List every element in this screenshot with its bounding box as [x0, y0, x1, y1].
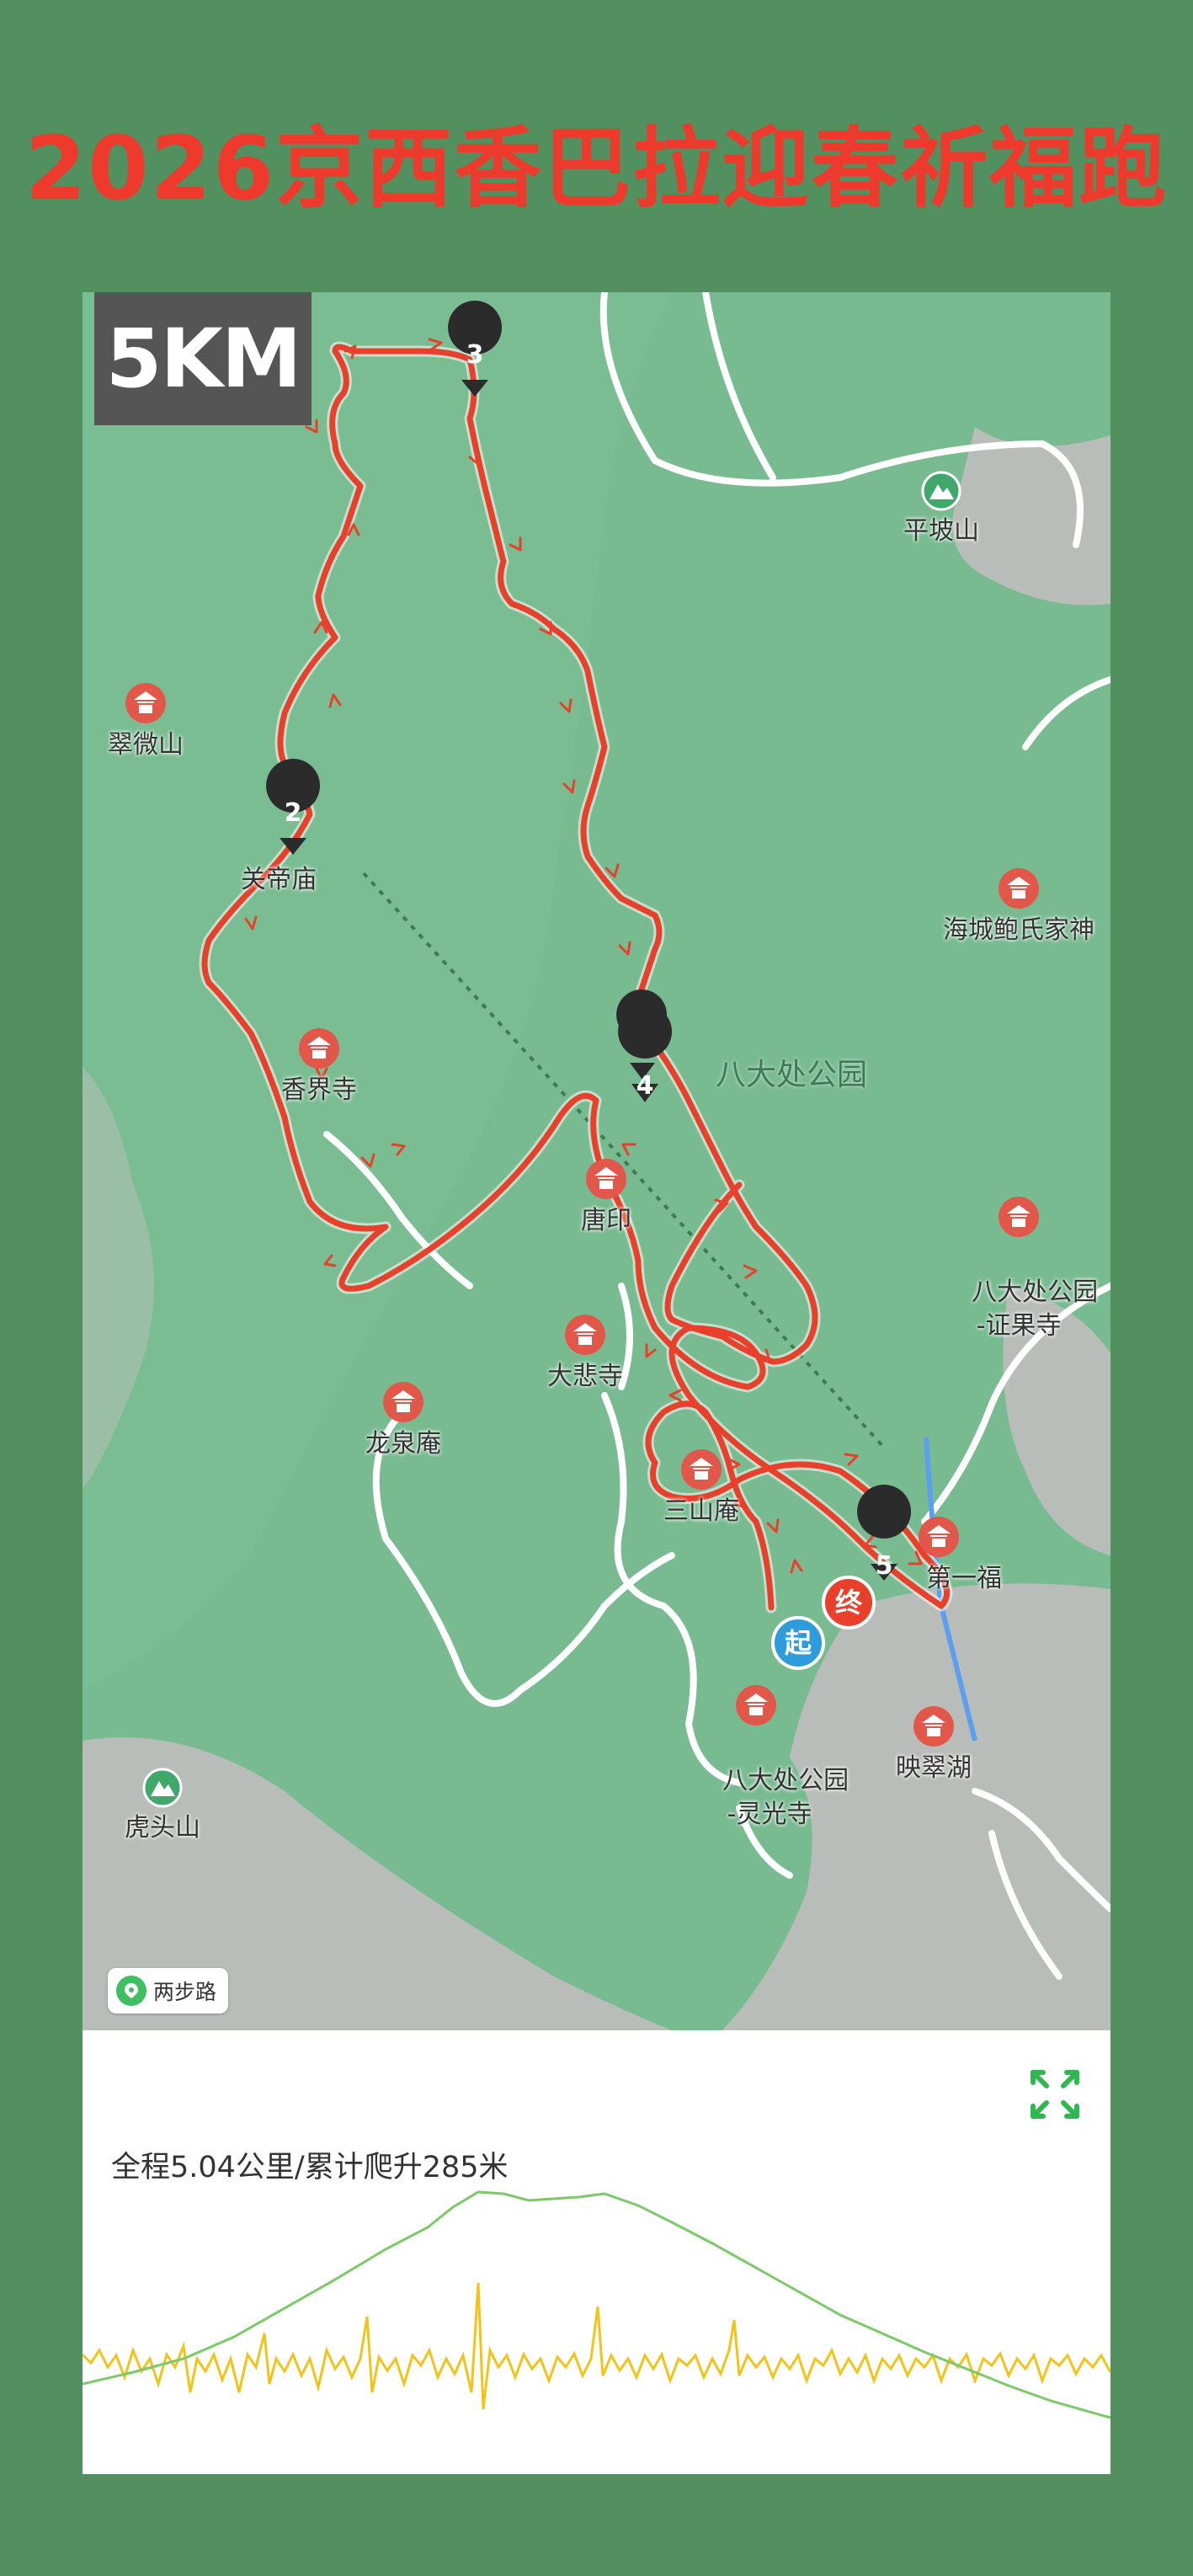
elevation-panel: 全程5.04公里/累计爬升285米 [83, 2030, 1110, 2474]
speed-line [83, 2282, 1110, 2410]
km-marker-label: 5 [876, 1551, 893, 1581]
end-marker-label: 终 [835, 1587, 863, 1619]
km-marker-label: 2 [285, 798, 302, 828]
watermark-label: 两步路 [153, 1980, 217, 2004]
km-marker-4[interactable]: 4 [618, 1005, 673, 1102]
page-title: 2026京西香巴拉迎春祈福跑 [24, 117, 1169, 220]
route-summary: 全程5.04公里/累计爬升285米 [111, 2151, 509, 2184]
marker-layer: 1 2 3 4 5 终 起 [266, 301, 912, 1670]
km-marker-label: 4 [636, 1071, 654, 1101]
km-marker-3[interactable]: 3 [448, 301, 503, 397]
km-marker-label: 3 [466, 340, 484, 370]
end-marker[interactable]: 终 [822, 1576, 876, 1629]
km-marker-5[interactable]: 5 [857, 1485, 912, 1581]
elevation-profile-chart[interactable] [83, 2182, 1110, 2474]
fullscreen-icon[interactable] [1028, 2067, 1082, 2121]
app-logo-icon [116, 1976, 146, 2006]
km-marker-2[interactable]: 2 [266, 759, 321, 855]
route-map[interactable]: 5KM 八大处公园 平坡山 翠微山 关帝庙 香界寺 海城鲍氏家神 八大处公园 -… [83, 292, 1110, 2030]
app-watermark: 两步路 [108, 1968, 229, 2013]
start-marker[interactable]: 起 [771, 1616, 825, 1670]
start-marker-label: 起 [785, 1627, 812, 1659]
